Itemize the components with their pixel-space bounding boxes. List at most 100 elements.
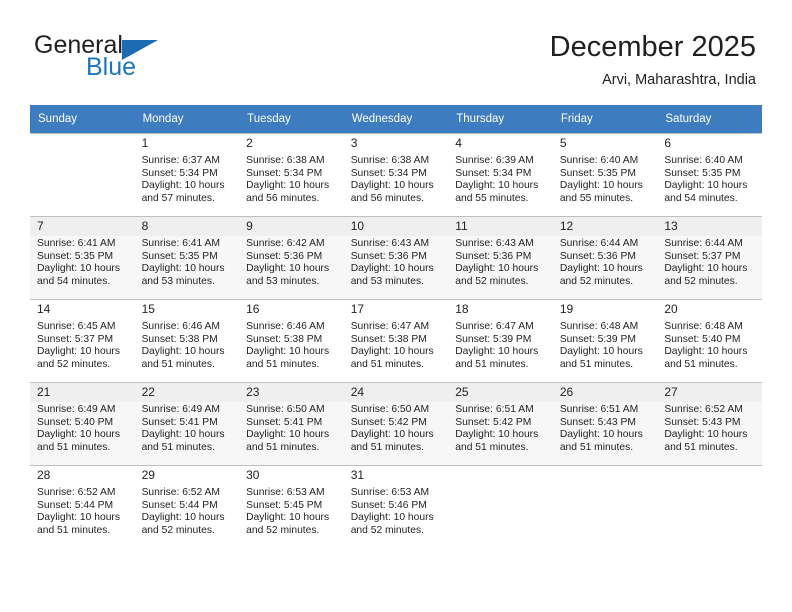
day-details: Sunrise: 6:41 AM Sunset: 5:35 PM Dayligh…: [141, 238, 225, 287]
weekday-header-tuesday: Tuesday: [239, 105, 344, 134]
day-number: 14: [37, 302, 51, 316]
calendar-day-cell[interactable]: 29 Sunrise: 6:52 AM Sunset: 5:44 PM Dayl…: [134, 465, 240, 548]
day-details: Sunrise: 6:52 AM Sunset: 5:44 PM Dayligh…: [37, 487, 120, 536]
calendar-day-cell[interactable]: 3 Sunrise: 6:38 AM Sunset: 5:34 PM Dayli…: [343, 133, 449, 217]
day-details: Sunrise: 6:52 AM Sunset: 5:44 PM Dayligh…: [141, 487, 225, 536]
day-details: Sunrise: 6:47 AM Sunset: 5:39 PM Dayligh…: [455, 321, 539, 370]
day-number: 9: [239, 217, 344, 236]
calendar-day-cell[interactable]: [552, 465, 658, 548]
calendar-day-cell[interactable]: 26 Sunrise: 6:51 AM Sunset: 5:43 PM Dayl…: [552, 382, 658, 466]
day-number: 2: [246, 136, 253, 150]
day-details: Sunrise: 6:42 AM Sunset: 5:36 PM Dayligh…: [246, 238, 330, 287]
title-block: December 2025 Arvi, Maharashtra, India: [550, 30, 756, 90]
day-details: Sunrise: 6:53 AM Sunset: 5:45 PM Dayligh…: [246, 487, 330, 536]
weekday-header-saturday: Saturday: [657, 105, 762, 134]
day-number: [30, 134, 135, 138]
calendar-day-cell[interactable]: 11 Sunrise: 6:43 AM Sunset: 5:36 PM Dayl…: [448, 216, 553, 300]
day-details: Sunrise: 6:51 AM Sunset: 5:42 PM Dayligh…: [455, 404, 539, 453]
calendar-day-cell[interactable]: 30 Sunrise: 6:53 AM Sunset: 5:45 PM Dayl…: [239, 465, 344, 548]
calendar-day-cell[interactable]: 14 Sunrise: 6:45 AM Sunset: 5:37 PM Dayl…: [30, 299, 135, 383]
calendar-day-cell[interactable]: [30, 133, 135, 217]
day-number: 25: [448, 383, 553, 402]
day-number: 26: [552, 383, 658, 402]
day-number: 5: [559, 136, 567, 150]
day-details: Sunrise: 6:37 AM Sunset: 5:34 PM Dayligh…: [141, 155, 225, 204]
calendar-day-cell[interactable]: 8 Sunrise: 6:41 AM Sunset: 5:35 PM Dayli…: [134, 216, 240, 300]
day-number: 13: [657, 217, 762, 236]
day-details: Sunrise: 6:46 AM Sunset: 5:38 PM Dayligh…: [246, 321, 330, 370]
day-number: 11: [448, 217, 553, 236]
day-number: 29: [141, 468, 155, 482]
day-number: 8: [134, 217, 240, 236]
day-details: Sunrise: 6:50 AM Sunset: 5:41 PM Dayligh…: [246, 404, 330, 453]
day-number: 22: [134, 383, 240, 402]
calendar-day-cell[interactable]: 20 Sunrise: 6:48 AM Sunset: 5:40 PM Dayl…: [657, 299, 762, 383]
calendar-week-row: 28 Sunrise: 6:52 AM Sunset: 5:44 PM Dayl…: [30, 465, 762, 548]
day-number: 20: [664, 302, 678, 316]
calendar-day-cell[interactable]: 12 Sunrise: 6:44 AM Sunset: 5:36 PM Dayl…: [552, 216, 658, 300]
general-blue-logo: General Blue: [34, 32, 224, 84]
calendar-body: 1 Sunrise: 6:37 AM Sunset: 5:34 PM Dayli…: [30, 133, 762, 548]
day-number: 27: [657, 383, 762, 402]
day-number: [553, 466, 658, 470]
day-details: Sunrise: 6:49 AM Sunset: 5:40 PM Dayligh…: [37, 404, 120, 453]
day-details: Sunrise: 6:38 AM Sunset: 5:34 PM Dayligh…: [246, 155, 330, 204]
day-details: Sunrise: 6:44 AM Sunset: 5:37 PM Dayligh…: [664, 238, 748, 287]
day-details: Sunrise: 6:43 AM Sunset: 5:36 PM Dayligh…: [455, 238, 539, 287]
calendar-day-cell[interactable]: 7 Sunrise: 6:41 AM Sunset: 5:35 PM Dayli…: [30, 216, 135, 300]
day-number: 4: [455, 136, 462, 150]
calendar-day-cell[interactable]: 19 Sunrise: 6:48 AM Sunset: 5:39 PM Dayl…: [552, 299, 658, 383]
calendar-day-cell[interactable]: 1 Sunrise: 6:37 AM Sunset: 5:34 PM Dayli…: [134, 133, 240, 217]
page-subtitle-location: Arvi, Maharashtra, India: [602, 72, 756, 88]
calendar-day-cell[interactable]: 18 Sunrise: 6:47 AM Sunset: 5:39 PM Dayl…: [448, 299, 553, 383]
calendar-day-cell[interactable]: 10 Sunrise: 6:43 AM Sunset: 5:36 PM Dayl…: [343, 216, 449, 300]
day-number: 18: [455, 302, 469, 316]
day-details: Sunrise: 6:39 AM Sunset: 5:34 PM Dayligh…: [455, 155, 539, 204]
day-number: 10: [343, 217, 449, 236]
day-details: Sunrise: 6:45 AM Sunset: 5:37 PM Dayligh…: [37, 321, 120, 370]
calendar-day-cell[interactable]: [657, 465, 762, 548]
calendar-day-cell[interactable]: 9 Sunrise: 6:42 AM Sunset: 5:36 PM Dayli…: [239, 216, 344, 300]
day-number: 1: [141, 136, 149, 150]
day-number: 17: [350, 302, 365, 316]
day-details: Sunrise: 6:51 AM Sunset: 5:43 PM Dayligh…: [559, 404, 643, 453]
day-number: 23: [239, 383, 344, 402]
day-details: Sunrise: 6:48 AM Sunset: 5:40 PM Dayligh…: [664, 321, 748, 370]
calendar-day-cell[interactable]: 22 Sunrise: 6:49 AM Sunset: 5:41 PM Dayl…: [134, 382, 240, 466]
calendar-day-cell[interactable]: 31 Sunrise: 6:53 AM Sunset: 5:46 PM Dayl…: [343, 465, 449, 548]
day-number: 28: [37, 468, 51, 482]
calendar-day-cell[interactable]: [448, 465, 553, 548]
calendar-day-cell[interactable]: 25 Sunrise: 6:51 AM Sunset: 5:42 PM Dayl…: [448, 382, 553, 466]
day-details: Sunrise: 6:44 AM Sunset: 5:36 PM Dayligh…: [559, 238, 643, 287]
calendar-day-cell[interactable]: 24 Sunrise: 6:50 AM Sunset: 5:42 PM Dayl…: [343, 382, 449, 466]
calendar-day-cell[interactable]: 27 Sunrise: 6:52 AM Sunset: 5:43 PM Dayl…: [657, 382, 762, 466]
calendar-day-cell[interactable]: 21 Sunrise: 6:49 AM Sunset: 5:40 PM Dayl…: [30, 382, 135, 466]
day-details: Sunrise: 6:40 AM Sunset: 5:35 PM Dayligh…: [664, 155, 748, 204]
day-number: 19: [559, 302, 574, 316]
calendar-day-cell[interactable]: 15 Sunrise: 6:46 AM Sunset: 5:38 PM Dayl…: [134, 299, 240, 383]
calendar-day-cell[interactable]: 16 Sunrise: 6:46 AM Sunset: 5:38 PM Dayl…: [239, 299, 344, 383]
day-number: 3: [350, 136, 358, 150]
calendar-day-cell[interactable]: 23 Sunrise: 6:50 AM Sunset: 5:41 PM Dayl…: [239, 382, 344, 466]
page-header: General Blue December 2025 Arvi, Maharas…: [0, 0, 792, 100]
calendar-day-cell[interactable]: 4 Sunrise: 6:39 AM Sunset: 5:34 PM Dayli…: [448, 133, 553, 217]
calendar-week-row: 14 Sunrise: 6:45 AM Sunset: 5:37 PM Dayl…: [30, 299, 762, 383]
day-details: Sunrise: 6:40 AM Sunset: 5:35 PM Dayligh…: [559, 155, 643, 204]
day-details: Sunrise: 6:48 AM Sunset: 5:39 PM Dayligh…: [559, 321, 643, 370]
day-number: 6: [664, 136, 672, 150]
day-details: Sunrise: 6:46 AM Sunset: 5:38 PM Dayligh…: [141, 321, 225, 370]
day-number: 24: [343, 383, 449, 402]
calendar-week-row: 1 Sunrise: 6:37 AM Sunset: 5:34 PM Dayli…: [30, 133, 762, 217]
day-details: Sunrise: 6:49 AM Sunset: 5:41 PM Dayligh…: [141, 404, 225, 453]
calendar-day-cell[interactable]: 13 Sunrise: 6:44 AM Sunset: 5:37 PM Dayl…: [657, 216, 762, 300]
calendar-day-cell[interactable]: 5 Sunrise: 6:40 AM Sunset: 5:35 PM Dayli…: [552, 133, 658, 217]
calendar-day-cell[interactable]: 17 Sunrise: 6:47 AM Sunset: 5:38 PM Dayl…: [343, 299, 449, 383]
day-details: Sunrise: 6:53 AM Sunset: 5:46 PM Dayligh…: [350, 487, 434, 536]
day-details: Sunrise: 6:41 AM Sunset: 5:35 PM Dayligh…: [37, 238, 120, 287]
calendar-day-cell[interactable]: 6 Sunrise: 6:40 AM Sunset: 5:35 PM Dayli…: [657, 133, 762, 217]
day-details: Sunrise: 6:43 AM Sunset: 5:36 PM Dayligh…: [350, 238, 434, 287]
calendar-day-cell[interactable]: 28 Sunrise: 6:52 AM Sunset: 5:44 PM Dayl…: [30, 465, 135, 548]
calendar-day-cell[interactable]: 2 Sunrise: 6:38 AM Sunset: 5:34 PM Dayli…: [239, 133, 344, 217]
calendar-table: Sunday Monday Tuesday Wednesday Thursday…: [30, 105, 762, 548]
day-details: Sunrise: 6:47 AM Sunset: 5:38 PM Dayligh…: [350, 321, 434, 370]
